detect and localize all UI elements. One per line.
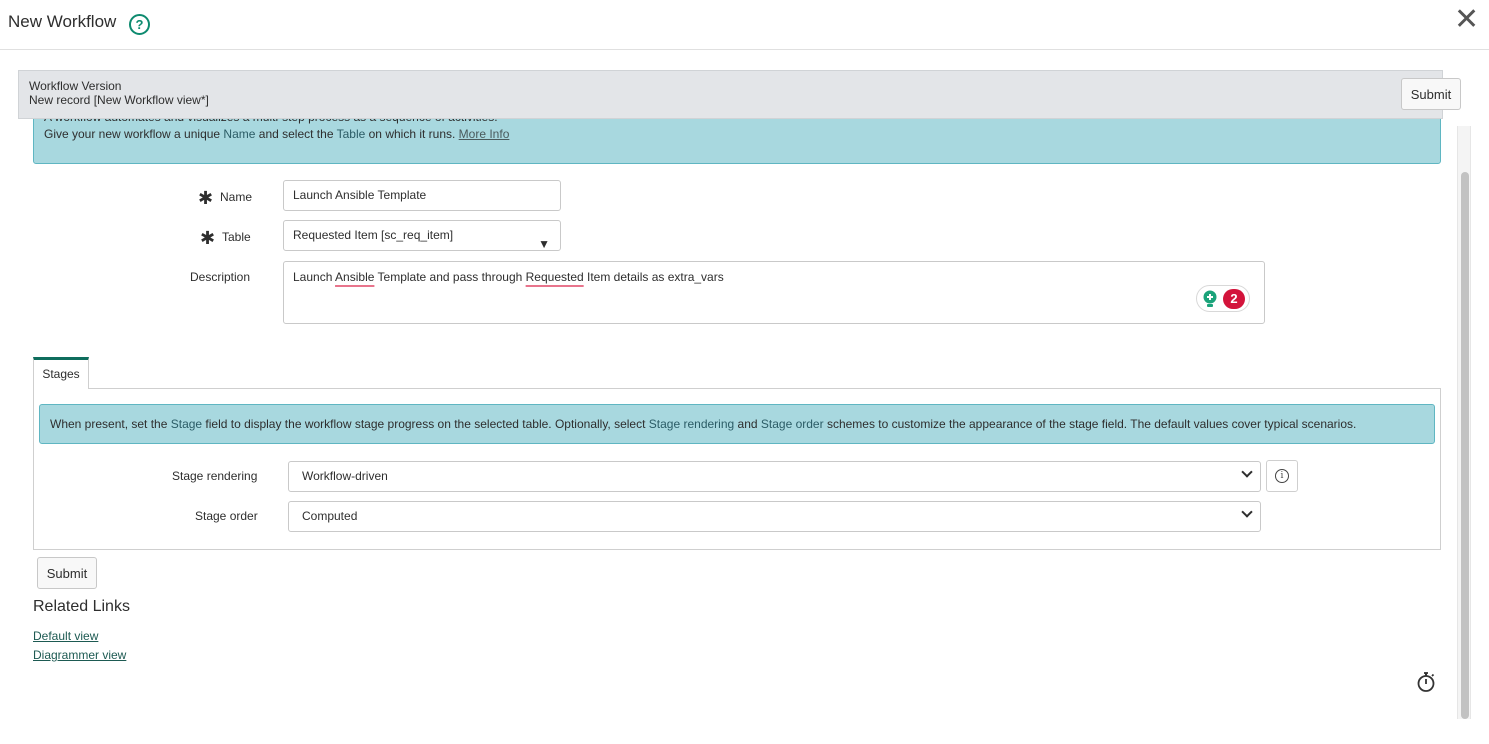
intro-line-1: A workflow automates and visualizes a mu…	[44, 119, 498, 124]
stopwatch-icon[interactable]	[1415, 671, 1437, 693]
info-text: schemes to customize the appearance of t…	[823, 417, 1357, 431]
record-type-label: Workflow Version	[29, 79, 122, 93]
stage-rendering-info-button[interactable]: i	[1266, 460, 1298, 492]
dropdown-triangle-icon: ▼	[538, 237, 550, 251]
info-circle-icon: i	[1275, 469, 1289, 483]
stage-rendering-label: Stage rendering	[172, 469, 258, 483]
stage-rendering-value: Workflow-driven	[302, 469, 388, 483]
desc-text: Launch	[293, 270, 336, 284]
related-links-title: Related Links	[33, 598, 130, 615]
table-select-value: Requested Item [sc_req_item]	[293, 228, 454, 242]
stages-info-box: When present, set the Stage field to dis…	[39, 404, 1435, 444]
required-asterisk-icon: ✱	[200, 228, 216, 248]
name-input[interactable]: Launch Ansible Template	[283, 180, 561, 211]
spellcheck-flagged-word: Ansible	[335, 270, 375, 284]
name-label: Name	[220, 190, 253, 204]
diagrammer-view-link[interactable]: Diagrammer view	[33, 648, 126, 662]
field-ref-name: Name	[223, 127, 256, 141]
tab-stages[interactable]: Stages	[33, 357, 89, 389]
stage-rendering-select[interactable]: Workflow-driven	[288, 461, 1261, 492]
modal-header: New Workflow ? ✕	[0, 0, 1489, 50]
vertical-scrollbar[interactable]	[1457, 126, 1471, 719]
help-question-icon[interactable]: ?	[129, 14, 150, 35]
form-scroll-area: A workflow automates and visualizes a mu…	[0, 119, 1489, 744]
description-textarea[interactable]: Launch Ansible Template and pass through…	[283, 261, 1265, 324]
desc-text: Item details as extra_vars	[583, 270, 724, 284]
spellcheck-flagged-word: Requested	[525, 270, 584, 284]
info-text: When present, set the	[50, 417, 171, 431]
info-text: and	[734, 417, 761, 431]
stages-info-text: When present, set the Stage field to dis…	[50, 417, 1356, 431]
chevron-down-icon	[1241, 466, 1253, 478]
intro-text: and select the	[255, 127, 337, 141]
desc-text: Template and pass through	[374, 270, 526, 284]
submit-button-top[interactable]: Submit	[1401, 78, 1461, 110]
field-ref-stage-rendering: Stage rendering	[648, 417, 735, 431]
field-ref-table: Table	[336, 127, 366, 141]
table-select[interactable]: Requested Item [sc_req_item] ▼	[283, 220, 561, 251]
lightbulb-icon	[1203, 290, 1217, 307]
stages-tab-panel: When present, set the Stage field to dis…	[33, 388, 1441, 550]
field-ref-stage-order: Stage order	[760, 417, 824, 431]
modal-title: New Workflow	[8, 12, 117, 31]
description-label: Description	[190, 270, 251, 284]
modal-content: Workflow Version New record [New Workflo…	[0, 51, 1489, 744]
writing-assist-badge[interactable]: 2	[1196, 285, 1250, 312]
record-header: Workflow Version New record [New Workflo…	[18, 70, 1461, 119]
intro-info-box: A workflow automates and visualizes a mu…	[33, 119, 1441, 164]
stage-order-select[interactable]: Computed	[288, 501, 1261, 532]
scrollbar-thumb[interactable]	[1461, 172, 1469, 719]
intro-line-2: Give your new workflow a unique Name and…	[44, 127, 509, 141]
submit-button-bottom[interactable]: Submit	[37, 557, 97, 589]
stage-order-value: Computed	[302, 509, 358, 523]
chevron-down-icon	[1241, 506, 1253, 518]
stage-order-label: Stage order	[195, 509, 258, 523]
default-view-link[interactable]: Default view	[33, 629, 98, 643]
info-text: field to display the workflow stage prog…	[202, 417, 649, 431]
issue-count-badge: 2	[1223, 289, 1245, 309]
table-label: Table	[222, 230, 251, 244]
required-asterisk-icon: ✱	[198, 188, 214, 208]
more-info-link[interactable]: More Info	[459, 127, 510, 141]
field-ref-stage: Stage	[170, 417, 203, 431]
close-icon[interactable]: ✕	[1454, 5, 1479, 35]
intro-text: Give your new workflow a unique	[44, 127, 224, 141]
intro-text: on which it runs.	[365, 127, 459, 141]
record-subtitle: New record [New Workflow view*]	[29, 93, 209, 107]
